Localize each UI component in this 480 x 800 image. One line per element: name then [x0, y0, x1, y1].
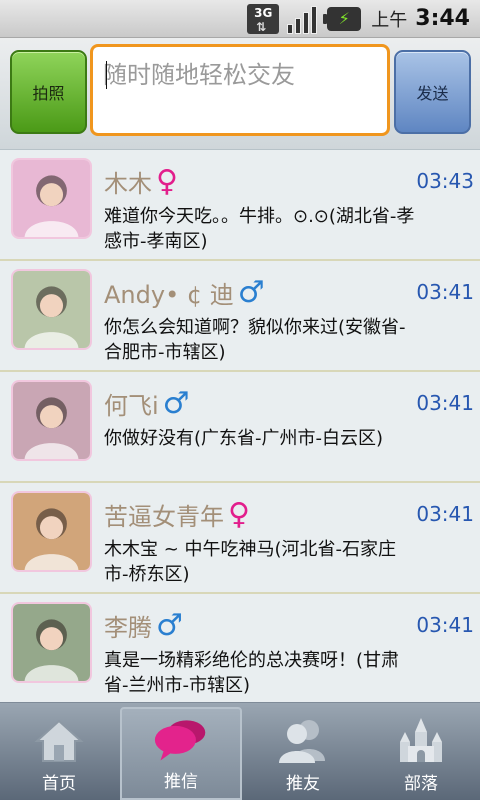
- avatar-photo: [13, 604, 90, 681]
- compose-bar: 拍照 随时随地轻松交友 发送: [0, 38, 480, 150]
- post-message: 你做好没有(广东省-广州市-白云区): [104, 428, 384, 449]
- feed-post[interactable]: 苦逼女青年 ♀ 03:41 木木宝 ~ 中午吃神马(河北省-石家庄市-桥东区): [0, 483, 480, 594]
- take-photo-button[interactable]: 拍照: [10, 50, 87, 134]
- status-time: 3:44: [415, 6, 470, 31]
- chat-bubbles-icon: [153, 713, 209, 765]
- tab-tribe[interactable]: 部落: [362, 703, 480, 800]
- post-time: 03:41: [416, 280, 474, 304]
- message-input[interactable]: 随时随地轻松交友: [90, 44, 390, 136]
- post-author: 木木 ♀: [104, 164, 178, 199]
- bottom-tab-bar: 首页 推信 推友 部落: [0, 702, 480, 800]
- post-author: Andy• ¢ 迪 ♂: [104, 275, 265, 310]
- post-message: 难道你今天吃。。牛排。⊙.⊙(湖北省-孝感市-孝南区): [104, 206, 415, 252]
- tab-messages-label: 推信: [164, 772, 198, 792]
- avatar[interactable]: [11, 602, 92, 683]
- avatar[interactable]: [11, 491, 92, 572]
- post-message: 木木宝 ~ 中午吃神马(河北省-石家庄市-桥东区): [104, 539, 397, 585]
- castle-icon: [393, 715, 449, 767]
- post-time: 03:41: [416, 613, 474, 637]
- feed-post[interactable]: 李腾 ♂ 03:41 真是一场精彩绝伦的总决赛呀！(甘肃省-兰州市-市辖区): [0, 594, 480, 702]
- tab-friends-label: 推友: [286, 774, 320, 794]
- male-gender-icon: ♂: [156, 607, 183, 643]
- post-time: 03:41: [416, 502, 474, 526]
- female-gender-icon: ♀: [228, 496, 250, 532]
- message-feed[interactable]: 木木 ♀ 03:43 难道你今天吃。。牛排。⊙.⊙(湖北省-孝感市-孝南区) A…: [0, 150, 480, 702]
- tab-tribe-label: 部落: [404, 774, 438, 794]
- post-author-name: 李腾: [104, 614, 152, 642]
- post-message: 真是一场精彩绝伦的总决赛呀！(甘肃省-兰州市-市辖区): [104, 650, 400, 696]
- tab-home[interactable]: 首页: [0, 703, 118, 800]
- send-button[interactable]: 发送: [394, 50, 471, 134]
- avatar-photo: [13, 493, 90, 570]
- male-gender-icon: ♂: [162, 385, 190, 421]
- avatar[interactable]: [11, 269, 92, 350]
- battery-charging-icon: ⚡: [323, 6, 362, 31]
- status-bar: 3G ⚡ 上午 3:44: [0, 0, 480, 38]
- feed-post[interactable]: Andy• ¢ 迪 ♂ 03:41 你怎么会知道啊？貌似你来过(安徽省-合肥市-…: [0, 261, 480, 372]
- tab-home-label: 首页: [42, 774, 76, 794]
- post-time: 03:43: [416, 169, 474, 193]
- post-time: 03:41: [416, 391, 474, 415]
- avatar-photo: [13, 271, 90, 348]
- tab-friends[interactable]: 推友: [244, 703, 362, 800]
- signal-strength-icon: [287, 4, 319, 34]
- home-icon: [31, 715, 87, 767]
- avatar[interactable]: [11, 158, 92, 239]
- post-author: 何飞i ♂: [104, 386, 190, 421]
- feed-post[interactable]: 木木 ♀ 03:43 难道你今天吃。。牛排。⊙.⊙(湖北省-孝感市-孝南区): [0, 150, 480, 261]
- tab-messages[interactable]: 推信: [120, 707, 242, 800]
- post-author: 李腾 ♂: [104, 608, 183, 643]
- network-3g-icon: 3G: [247, 3, 280, 34]
- feed-post[interactable]: 何飞i ♂ 03:41 你做好没有(广东省-广州市-白云区): [0, 372, 480, 483]
- post-author: 苦逼女青年 ♀: [104, 497, 250, 532]
- post-author-name: Andy• ¢ 迪: [104, 281, 234, 309]
- post-author-name: 苦逼女青年: [104, 503, 224, 531]
- male-gender-icon: ♂: [237, 274, 265, 310]
- post-author-name: 木木: [104, 170, 152, 198]
- avatar-photo: [13, 382, 90, 459]
- message-input-placeholder: 随时随地轻松交友: [103, 61, 295, 89]
- avatar-photo: [13, 160, 90, 237]
- post-author-name: 何飞i: [104, 392, 159, 420]
- text-cursor: [106, 61, 107, 89]
- post-message: 你怎么会知道啊？貌似你来过(安徽省-合肥市-市辖区): [104, 317, 406, 363]
- female-gender-icon: ♀: [156, 163, 178, 199]
- friends-icon: [275, 715, 331, 767]
- status-ampm: 上午: [371, 9, 408, 31]
- avatar[interactable]: [11, 380, 92, 461]
